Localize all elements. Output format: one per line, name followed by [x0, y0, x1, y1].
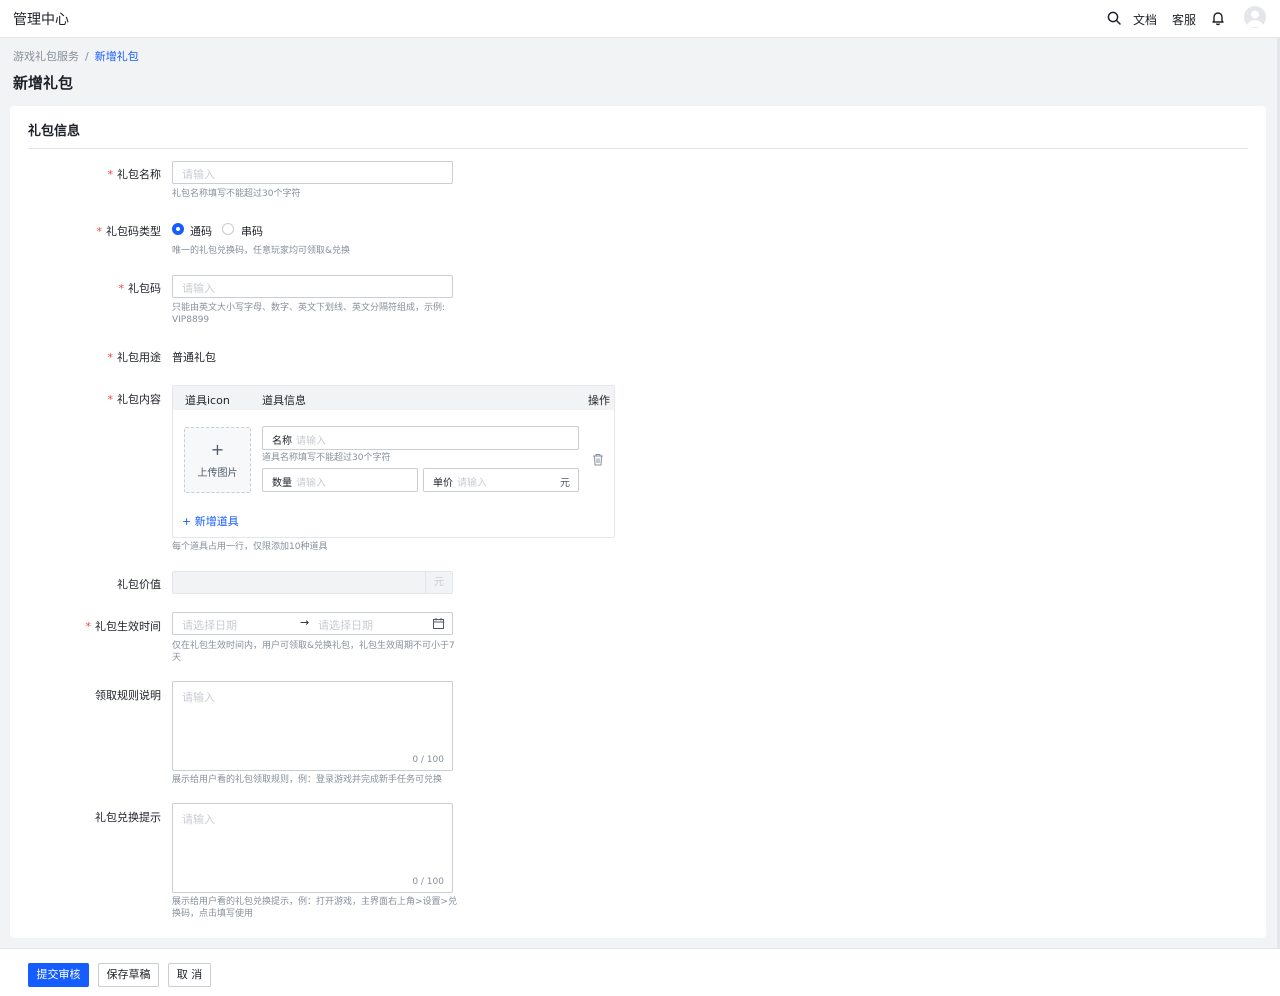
content-table: 道具icon 道具信息 操作 + 上传图片 名称 请输入 道具名称填写不能超过3…	[172, 385, 615, 538]
gift-code-placeholder: 请输入	[182, 282, 215, 295]
item-price-suffix: 元	[560, 478, 570, 489]
value-label: 礼包价值	[10, 576, 161, 592]
item-name-hint: 道具名称填写不能超过30个字符	[262, 453, 391, 463]
item-name-input[interactable]: 名称 请输入	[262, 426, 579, 450]
usage-label: * 礼包用途	[10, 349, 162, 365]
upload-image-label: 上传图片	[197, 468, 238, 479]
gift-name-placeholder: 请输入	[182, 168, 215, 181]
gift-code-label: * 礼包码	[10, 280, 162, 296]
breadcrumb-parent[interactable]: 游戏礼包服务	[13, 50, 79, 63]
start-date-placeholder[interactable]: 请选择日期	[182, 617, 237, 633]
save-draft-button[interactable]: 保存草稿	[98, 963, 159, 987]
radio-serial-label[interactable]: 串码	[241, 223, 263, 239]
radio-universal-code[interactable]	[172, 223, 184, 235]
avatar[interactable]	[1244, 6, 1266, 28]
calendar-icon	[433, 618, 444, 629]
add-item-button[interactable]: + 新增道具	[182, 513, 239, 529]
item-price-input[interactable]: 单价 请输入 元	[423, 468, 579, 492]
form-card: 礼包信息 * 礼包名称 请输入 礼包名称填写不能超过30个字符 * 礼包码类型 通码…	[10, 106, 1266, 938]
trash-icon[interactable]	[592, 453, 604, 466]
item-quantity-placeholder: 请输入	[296, 478, 326, 489]
gift-code-hint-example: VIP8899	[172, 315, 210, 325]
item-quantity-label: 数量	[272, 478, 292, 489]
content-hint: 每个道具占用一行，仅限添加10种道具	[172, 542, 328, 552]
date-range-picker[interactable]: 请选择日期 → 请选择日期	[172, 612, 453, 635]
divider	[28, 148, 1248, 149]
gift-name-input[interactable]: 请输入	[172, 161, 453, 184]
page-title: 新增礼包	[13, 74, 74, 92]
plus-icon: +	[210, 440, 225, 459]
app-title: 管理中心	[13, 12, 69, 28]
radio-serial-code[interactable]	[222, 223, 234, 235]
code-type-label: * 礼包码类型	[10, 223, 162, 239]
required-mark: *	[85, 620, 92, 633]
breadcrumb: 游戏礼包服务 / 新增礼包	[13, 48, 139, 64]
gift-name-hint: 礼包名称填写不能超过30个字符	[172, 189, 301, 199]
effective-time-hint-cont: 天	[172, 653, 182, 663]
radio-universal-label[interactable]: 通码	[190, 223, 212, 239]
redeem-tip-label: 礼包兑换提示	[10, 809, 161, 825]
search-icon[interactable]	[1106, 10, 1122, 26]
required-mark: *	[96, 225, 103, 238]
cancel-button[interactable]: 取 消	[168, 963, 211, 987]
required-mark: *	[118, 282, 125, 295]
user-icon	[1247, 10, 1263, 27]
gift-code-label-text: 礼包码	[128, 282, 161, 295]
effective-time-hint: 仅在礼包生效时间内，用户可领取&兑换礼包，礼包生效周期不可小于7	[172, 641, 455, 651]
bell-icon[interactable]	[1210, 10, 1226, 26]
submit-review-button[interactable]: 提交审核	[28, 963, 89, 987]
redeem-tip-label-text: 礼包兑换提示	[95, 811, 161, 824]
required-mark: *	[107, 393, 114, 406]
item-price-label: 单价	[433, 478, 453, 489]
usage-value: 普通礼包	[172, 351, 216, 364]
item-name-placeholder: 请输入	[296, 436, 326, 447]
value-input: 元	[172, 571, 453, 594]
support-link[interactable]: 客服	[1172, 11, 1196, 28]
top-bar: 管理中心 文档 客服	[0, 0, 1280, 38]
gift-name-label-text: 礼包名称	[117, 168, 161, 181]
redeem-tip-counter: 0 / 100	[412, 877, 444, 887]
value-label-text: 礼包价值	[117, 578, 161, 591]
rules-textarea[interactable]: 请输入 0 / 100	[172, 681, 453, 771]
content-label: * 礼包内容	[10, 391, 162, 407]
effective-time-label: * 礼包生效时间	[10, 618, 162, 634]
end-date-placeholder[interactable]: 请选择日期	[318, 617, 373, 633]
item-quantity-input[interactable]: 数量 请输入	[262, 468, 418, 492]
breadcrumb-current: 新增礼包	[94, 50, 139, 63]
redeem-tip-placeholder: 请输入	[182, 813, 215, 826]
required-mark: *	[107, 351, 114, 364]
upload-image-button[interactable]: + 上传图片	[184, 427, 251, 493]
content-table-header: 道具icon 道具信息 操作	[173, 386, 614, 410]
breadcrumb-separator: /	[85, 50, 89, 63]
rules-label: 领取规则说明	[10, 687, 161, 703]
column-action: 操作	[588, 394, 610, 407]
arrow-right-icon: →	[300, 616, 310, 629]
effective-time-label-text: 礼包生效时间	[95, 620, 161, 633]
usage-label-text: 礼包用途	[117, 351, 161, 364]
item-price-placeholder: 请输入	[457, 478, 487, 489]
value-suffix: 元	[425, 572, 452, 593]
footer-actions: 提交审核 保存草稿 取 消	[0, 948, 1280, 996]
rules-placeholder: 请输入	[182, 691, 215, 704]
redeem-tip-hint: 展示给用户看的礼包兑换提示，例：打开游戏，主界面右上角>设置>兑	[172, 897, 458, 907]
code-type-hint: 唯一的礼包兑换码，任意玩家均可领取&兑换	[172, 246, 351, 256]
item-name-label: 名称	[272, 436, 292, 447]
rules-hint: 展示给用户看的礼包领取规则，例：登录游戏并完成新手任务可兑换	[172, 775, 443, 785]
redeem-tip-textarea[interactable]: 请输入 0 / 100	[172, 803, 453, 893]
redeem-tip-hint-cont: 换码，点击填写使用	[172, 909, 254, 919]
column-info: 道具信息	[262, 394, 306, 407]
content-label-text: 礼包内容	[117, 393, 161, 406]
gift-code-input[interactable]: 请输入	[172, 275, 453, 298]
column-icon: 道具icon	[185, 394, 230, 407]
rules-counter: 0 / 100	[412, 755, 444, 765]
rules-label-text: 领取规则说明	[95, 689, 161, 702]
required-mark: *	[107, 168, 114, 181]
section-title: 礼包信息	[28, 124, 81, 139]
docs-link[interactable]: 文档	[1133, 11, 1157, 28]
gift-name-label: * 礼包名称	[10, 166, 162, 182]
code-type-label-text: 礼包码类型	[106, 225, 161, 238]
gift-code-hint: 只能由英文大小写字母、数字、英文下划线、英文分隔符组成，示例:	[172, 303, 446, 313]
